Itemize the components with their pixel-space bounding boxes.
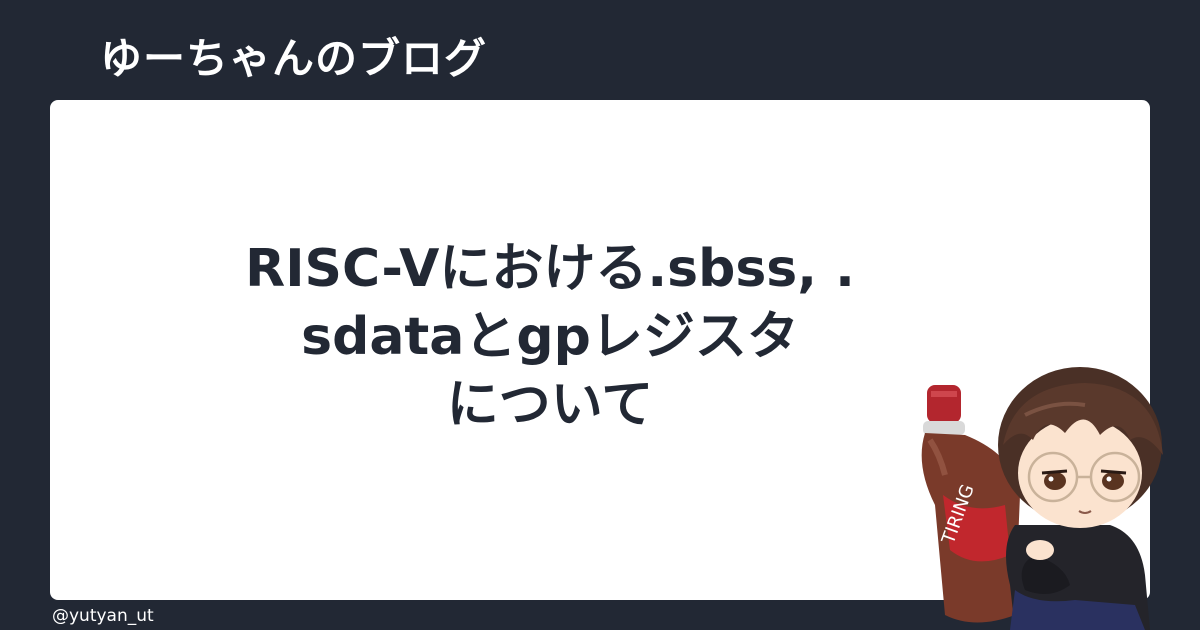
- post-title: RISC-Vにおける.sbss, . sdataとgpレジスタ について: [200, 235, 900, 439]
- character-figure: [998, 367, 1163, 630]
- post-title-line-2: sdataとgpレジスタ: [301, 307, 799, 367]
- author-handle: @yutyan_ut: [52, 606, 154, 626]
- post-title-line-3: について: [446, 375, 654, 435]
- blog-name: ゆーちゃんのブログ: [100, 34, 488, 83]
- mascot-illustration: TIRING: [921, 367, 1163, 630]
- post-title-line-1: RISC-Vにおける.sbss, .: [245, 239, 855, 299]
